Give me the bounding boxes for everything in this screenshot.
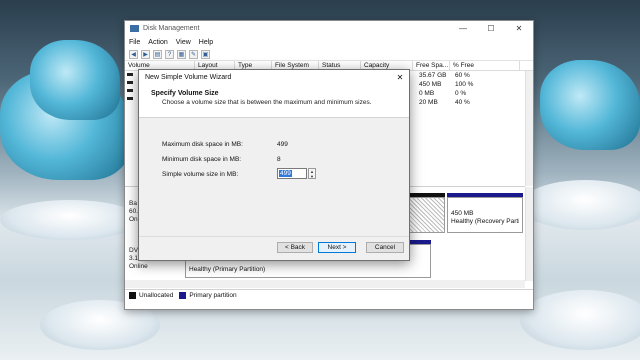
percent-free-cell: 0 %	[455, 90, 467, 97]
recovery-status: Healthy (Recovery Partiti	[451, 218, 519, 225]
menu-help[interactable]: Help	[199, 39, 213, 46]
volume-icon	[127, 97, 133, 100]
cancel-button[interactable]: Cancel	[366, 242, 404, 253]
volume-size-label: Simple volume size in MB:	[162, 171, 239, 178]
wizard-title-bar: New Simple Volume Wizard ✕	[139, 70, 409, 84]
minimize-button[interactable]: —	[449, 24, 477, 33]
max-disk-space-label: Maximum disk space in MB:	[162, 141, 243, 148]
window-title: Disk Management	[143, 25, 200, 32]
percent-free-cell: 100 %	[455, 81, 474, 88]
properties-icon[interactable]: ▤	[153, 49, 162, 59]
legend-primary-partition: Primary partition	[179, 292, 237, 299]
min-disk-space-label: Minimum disk space in MB:	[162, 156, 242, 163]
recovery-size: 450 MB	[451, 210, 474, 217]
new-simple-volume-wizard: New Simple Volume Wizard ✕ Specify Volum…	[138, 69, 410, 261]
back-button[interactable]: < Back	[277, 242, 313, 253]
toolbar: ◀ ▶ ▤ ? ▦ ✎ ▣	[125, 48, 533, 61]
ice-floe	[520, 290, 640, 350]
wizard-body: Maximum disk space in MB: 499 Minimum di…	[139, 118, 409, 236]
primary-swatch	[179, 292, 187, 299]
back-icon[interactable]: ◀	[129, 49, 138, 59]
unallocated-swatch	[129, 292, 136, 299]
volume-size-input[interactable]: 499	[277, 168, 307, 179]
percent-free-cell: 60 %	[455, 72, 470, 79]
wizard-header: Specify Volume Size Choose a volume size…	[139, 84, 409, 118]
next-button[interactable]: Next >	[318, 242, 356, 253]
volume-row-icons	[127, 73, 133, 105]
volume-list-scrollbar[interactable]	[525, 71, 533, 186]
free-space-cell: 20 MB	[419, 99, 438, 106]
disk-pane-scrollbar[interactable]	[525, 187, 533, 281]
free-space-cell: 0 MB	[419, 90, 435, 97]
title-bar: Disk Management — ☐ ✕	[125, 21, 533, 36]
wizard-heading: Specify Volume Size	[151, 90, 219, 97]
maximize-button[interactable]: ☐	[477, 24, 505, 33]
wizard-footer: < Back Next > Cancel	[139, 236, 409, 260]
column-percent-free[interactable]: % Free	[450, 61, 520, 70]
wizard-subheading: Choose a volume size that is between the…	[162, 99, 372, 106]
forward-icon[interactable]: ▶	[141, 49, 150, 59]
help-icon[interactable]: ?	[165, 49, 174, 59]
min-disk-space-value: 8	[277, 156, 281, 163]
table-row[interactable]: 20 MB 40 %	[413, 99, 533, 108]
menu-bar: File Action View Help	[125, 36, 533, 48]
disk-0-label: Ba 60. On	[129, 200, 139, 223]
recovery-partition[interactable]: 450 MB Healthy (Recovery Partiti	[447, 197, 523, 233]
free-space-cell: 35.67 GB	[419, 72, 447, 79]
menu-view[interactable]: View	[176, 39, 191, 46]
horizontal-scrollbar[interactable]	[125, 280, 525, 288]
refresh-icon[interactable]: ▦	[177, 49, 186, 59]
partition-status: Healthy (Primary Partition)	[189, 266, 266, 273]
wizard-title: New Simple Volume Wizard	[145, 73, 232, 81]
menu-file[interactable]: File	[129, 39, 140, 46]
volume-size-value: 499	[279, 170, 292, 177]
max-disk-space-value: 499	[277, 141, 288, 148]
view-icon[interactable]: ▣	[201, 49, 210, 59]
column-free-space[interactable]: Free Spa...	[413, 61, 450, 70]
volume-icon	[127, 73, 133, 76]
table-row[interactable]: 450 MB 100 %	[413, 81, 533, 90]
legend: Unallocated Primary partition	[125, 289, 533, 301]
iceberg-right	[540, 60, 640, 150]
volume-size-stepper[interactable]: ▲ ▼	[308, 168, 316, 179]
menu-action[interactable]: Action	[148, 39, 167, 46]
legend-unallocated: Unallocated	[129, 292, 173, 299]
table-row[interactable]: 0 MB 0 %	[413, 90, 533, 99]
close-button[interactable]: ✕	[505, 24, 533, 33]
settings-icon[interactable]: ✎	[189, 49, 198, 59]
free-space-cell: 450 MB	[419, 81, 442, 88]
disk-management-icon	[130, 25, 139, 32]
table-row[interactable]: 35.67 GB 60 %	[413, 72, 533, 81]
volume-list: 35.67 GB 60 % 450 MB 100 % 0 MB 0 % 20 M…	[413, 72, 533, 108]
volume-icon	[127, 89, 133, 92]
iceberg-left-top	[30, 40, 120, 120]
ice-floe	[520, 180, 640, 230]
percent-free-cell: 40 %	[455, 99, 470, 106]
volume-icon	[127, 81, 133, 84]
spin-down-icon[interactable]: ▼	[309, 174, 315, 179]
wizard-close-button[interactable]: ✕	[391, 73, 409, 82]
ice-floe	[0, 200, 140, 240]
